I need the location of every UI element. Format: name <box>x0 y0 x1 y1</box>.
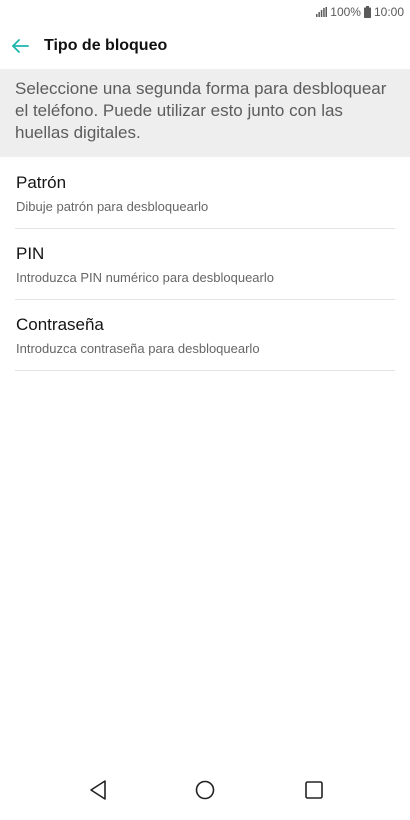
back-button[interactable] <box>10 36 32 56</box>
description-text: Seleccione una segunda forma para desblo… <box>15 79 387 142</box>
signal-bars-icon <box>316 7 328 17</box>
arrow-left-icon <box>10 36 32 56</box>
option-subtitle: Dibuje patrón para desbloquearlo <box>16 199 209 214</box>
square-recents-icon <box>302 778 326 802</box>
circle-home-icon <box>193 778 217 802</box>
option-title: PIN <box>16 244 45 263</box>
option-pin[interactable]: PIN Introduzca PIN numérico para desbloq… <box>15 229 395 300</box>
option-subtitle: Introduzca PIN numérico para desbloquear… <box>16 270 274 285</box>
option-pattern[interactable]: Patrón Dibuje patrón para desbloquearlo <box>15 158 395 229</box>
option-password[interactable]: Contraseña Introduzca contraseña para de… <box>15 300 395 371</box>
description-banner: Seleccione una segunda forma para desblo… <box>0 69 410 157</box>
battery-percent: 100% <box>330 5 361 19</box>
option-title: Patrón <box>16 173 67 192</box>
nav-home-button[interactable] <box>193 778 217 802</box>
status-bar: 100% 10:00 <box>0 0 410 24</box>
nav-recents-button[interactable] <box>302 778 326 802</box>
nav-back-button[interactable] <box>86 778 110 802</box>
battery-full-icon <box>363 6 371 18</box>
page-title: Tipo de bloqueo <box>44 37 168 54</box>
screen: 100% 10:00 Tipo de bloqueo Seleccione un… <box>0 0 410 820</box>
option-title: Contraseña <box>16 315 104 334</box>
status-time: 10:00 <box>373 5 404 19</box>
lock-type-list: Patrón Dibuje patrón para desbloquearlo … <box>0 158 410 371</box>
triangle-back-icon <box>86 778 110 802</box>
app-bar: Tipo de bloqueo <box>0 30 410 62</box>
option-subtitle: Introduzca contraseña para desbloquearlo <box>16 341 260 356</box>
status-indicators: 100% 10:00 <box>316 5 404 19</box>
navigation-bar <box>0 764 410 820</box>
